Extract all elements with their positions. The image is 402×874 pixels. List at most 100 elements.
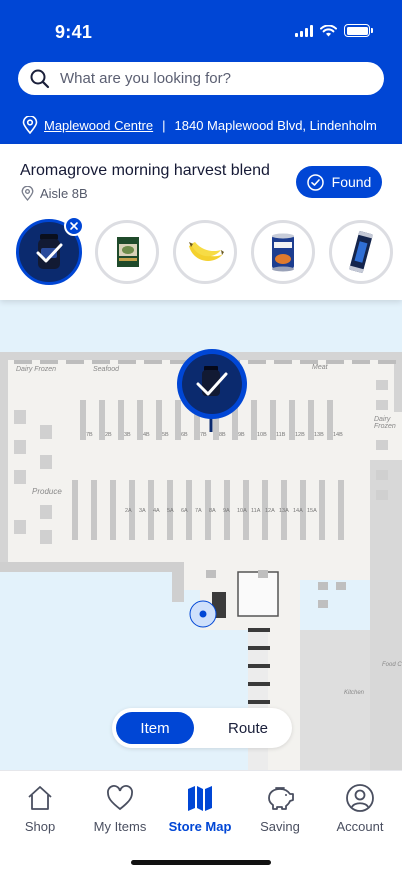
aisle-label-bottom: 15A	[307, 508, 317, 514]
aisle-label-bottom: 10A	[237, 508, 247, 514]
aisle-label-bottom: 11A	[251, 508, 261, 514]
front-fixture	[336, 582, 346, 590]
display-table	[376, 380, 388, 390]
wall-fixture	[40, 360, 58, 364]
nav-my-items-label: My Items	[93, 819, 147, 834]
produce-table	[14, 520, 26, 534]
produce-table	[40, 530, 52, 544]
dept-label-produce: Produce	[32, 487, 62, 496]
left-wall	[0, 352, 8, 570]
nav-saving[interactable]: Saving	[240, 783, 320, 834]
account-icon	[346, 784, 374, 812]
nav-shop[interactable]: Shop	[0, 783, 80, 834]
shopping-item-canned-soup[interactable]	[251, 220, 315, 284]
home-indicator	[131, 860, 271, 865]
heart-icon	[107, 785, 133, 811]
checkout-wall	[172, 562, 184, 602]
aisle-shelf-bottom	[338, 480, 344, 540]
canned-soup-image	[272, 233, 294, 272]
aisle-info: Aisle 8B	[21, 186, 88, 201]
aisle-label-bottom: 14A	[293, 508, 303, 514]
item-view-tab[interactable]: Item	[116, 712, 194, 744]
remove-item-button[interactable]	[64, 216, 84, 236]
aisle-label-top: 14B	[333, 432, 343, 438]
bottom-navigation: Shop My Items Store Map Saving Account	[0, 770, 402, 874]
store-name-link[interactable]: Maplewood Centre	[44, 118, 153, 133]
produce-table	[14, 440, 26, 454]
shopping-item-bananas[interactable]	[173, 220, 237, 284]
store-location: Maplewood Centre | 1840 Maplewood Blvd, …	[22, 114, 377, 136]
wall-fixture	[144, 360, 162, 364]
aisle-label-bottom: 3A	[139, 508, 146, 514]
produce-table	[40, 505, 52, 519]
front-wall	[0, 562, 172, 572]
aisle-label-top: 3B	[124, 432, 131, 438]
aisle-label-top: 12B	[295, 432, 305, 438]
display-table	[376, 400, 388, 410]
aisle-shelf-bottom	[110, 480, 116, 540]
bananas-image	[189, 242, 224, 261]
nav-store-map-label: Store Map	[168, 819, 232, 834]
nav-shop-label: Shop	[24, 819, 56, 834]
app-header: 9:41 Maplewood Centre | 1840 Maplewood B	[0, 0, 402, 144]
produce-table	[14, 470, 26, 484]
wall-fixture	[352, 360, 370, 364]
wall-fixture	[66, 360, 84, 364]
aisle-label-top: 6B	[181, 432, 188, 438]
product-panel: Aromagrove morning harvest blend Aisle 8…	[0, 144, 402, 300]
status-icons	[295, 24, 373, 37]
wall-fixture	[92, 360, 110, 364]
store-floor-plan[interactable]	[0, 300, 402, 770]
user-location-dot	[199, 610, 207, 618]
nav-account-label: Account	[336, 819, 384, 834]
produce-table	[14, 410, 26, 424]
location-separator: |	[162, 117, 166, 133]
search-input[interactable]	[60, 70, 360, 87]
aisle-label-top: 2B	[105, 432, 112, 438]
search-bar[interactable]	[18, 62, 384, 95]
shopping-item-tea-box[interactable]	[95, 220, 159, 284]
back-room	[300, 630, 370, 770]
aisle-label-bottom: 7A	[195, 508, 202, 514]
dept-label-seafood: Seafood	[93, 366, 120, 373]
location-pin-icon	[21, 186, 34, 201]
dept-label-dairy-frozen: Dairy Frozen	[16, 366, 57, 373]
aisle-label-bottom: 2A	[125, 508, 132, 514]
aisle-label-top: 5B	[162, 432, 169, 438]
aisle-label-top: 11B	[276, 432, 286, 438]
aisle-label-bottom: 4A	[153, 508, 160, 514]
shopping-item-chocolate-bar[interactable]	[329, 220, 393, 284]
status-bar: 9:41	[0, 0, 402, 62]
aisle-label-bottom: 8A	[209, 508, 216, 514]
aisle-label-top: 8B	[219, 432, 226, 438]
dept-label-kitchen: Kitchen	[344, 690, 365, 696]
aisle-label-top: 4B	[143, 432, 150, 438]
store-address: 1840 Maplewood Blvd, Lindenholm	[174, 117, 377, 133]
wifi-icon	[320, 24, 337, 36]
dept-label-food-court: Food C	[382, 662, 402, 668]
nav-store-map[interactable]: Store Map	[160, 783, 240, 834]
aisle-label-bottom: 5A	[167, 508, 174, 514]
aisle-label-bottom: 6A	[181, 508, 188, 514]
route-view-tab[interactable]: Route	[208, 712, 288, 744]
checkout-counter	[237, 571, 279, 617]
aisle-label-bottom: 9A	[223, 508, 230, 514]
nav-my-items[interactable]: My Items	[80, 783, 160, 834]
house-icon	[28, 786, 52, 810]
search-icon	[30, 69, 50, 88]
produce-table	[40, 425, 52, 439]
produce-table	[40, 455, 52, 469]
wall-fixture	[14, 360, 32, 364]
display-table	[376, 440, 388, 450]
aisle-label-bottom: 12A	[265, 508, 275, 514]
store-map[interactable]: Dairy Frozen Seafood Meat Dairy Frozen P…	[0, 300, 402, 770]
nav-account[interactable]: Account	[320, 783, 400, 834]
cellular-signal-icon	[295, 24, 313, 37]
aisle-shelf-bottom	[91, 480, 97, 540]
dept-label-meat: Meat	[312, 364, 328, 371]
found-button[interactable]: Found	[296, 166, 382, 198]
battery-icon	[344, 24, 373, 37]
map-icon	[188, 786, 212, 811]
close-icon	[70, 222, 78, 230]
product-name: Aromagrove morning harvest blend	[20, 162, 270, 179]
